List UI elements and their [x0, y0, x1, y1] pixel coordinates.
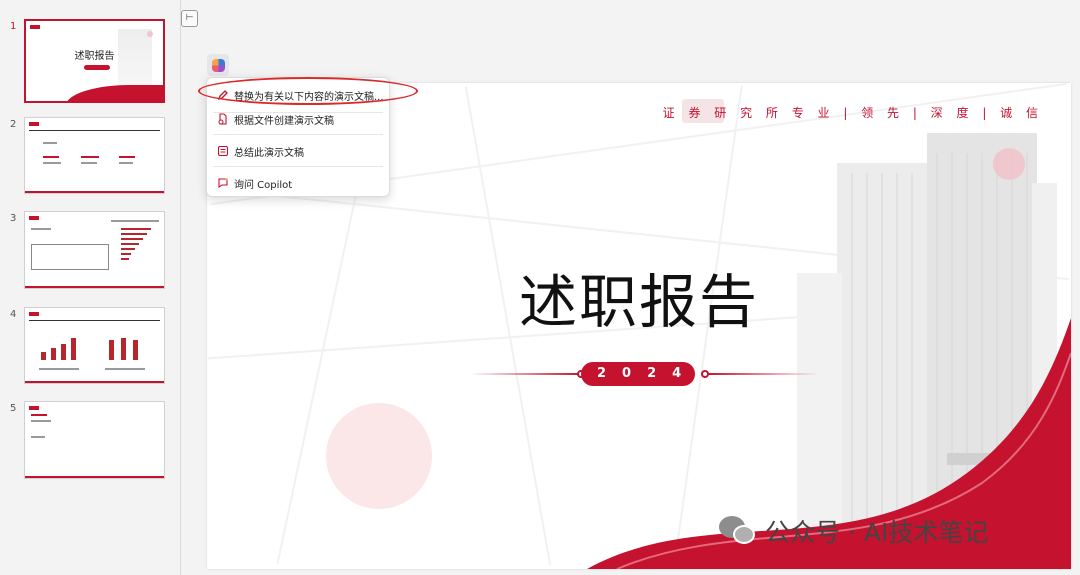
slide-tagline: 证 券 研 究 所 专 业 | 领 先 | 深 度 | 诚 信: [662, 106, 1043, 120]
copilot-button[interactable]: [207, 54, 229, 76]
menu-item-ask-copilot[interactable]: 询问 Copilot: [207, 168, 391, 198]
thumbnail-bottom-bar: [25, 191, 164, 193]
slide-number: 3: [10, 213, 17, 224]
thumbnail-bottom-bar: [25, 476, 164, 478]
thumbnail-chart-bar: [41, 352, 46, 360]
copilot-icon: [211, 58, 225, 72]
slide-thumbnail-1[interactable]: 述职报告: [24, 19, 165, 103]
thumbnail-row-1[interactable]: 1 述职报告: [0, 19, 181, 103]
decorative-circle: [326, 403, 432, 509]
thumbnail-row-4[interactable]: 4: [0, 307, 181, 387]
slide-thumbnail-4[interactable]: [24, 307, 165, 384]
thumbnail-chart-bar: [121, 253, 131, 255]
thumbnail-chart-bar: [121, 338, 126, 360]
thumbnail-chart-bar: [121, 248, 135, 250]
menu-separator: [213, 134, 383, 135]
thumbnail-divider: [29, 130, 160, 131]
thumbnail-chart-bar: [121, 238, 143, 240]
thumbnail-wave: [66, 85, 163, 101]
thumbnail-circle: [147, 31, 153, 37]
pencil-icon: [217, 89, 229, 101]
thumbnail-logo: [29, 216, 39, 220]
thumbnail-text-line: [119, 156, 135, 158]
slide-thumbnail-3[interactable]: [24, 211, 165, 289]
thumbnail-logo: [29, 122, 39, 126]
slide-number: 1: [10, 21, 17, 32]
menu-item-label: 根据文件创建演示文稿: [234, 115, 334, 127]
slide-thumbnail-5[interactable]: [24, 401, 165, 479]
thumbnail-bottom-bar: [25, 381, 164, 383]
menu-item-label: 询问 Copilot: [234, 179, 293, 191]
slide-thumbnail-2[interactable]: [24, 117, 165, 194]
thumbnail-text-line: [81, 162, 97, 164]
copilot-chat-icon: [217, 177, 229, 189]
thumbnail-chart-bar: [51, 348, 56, 360]
thumbnail-year-pill: [84, 65, 110, 70]
thumbnail-text-line: [31, 436, 45, 438]
thumbnail-text-line: [31, 228, 51, 230]
thumbnail-row-2[interactable]: 2: [0, 117, 181, 197]
menu-separator: [213, 166, 383, 167]
slide-number: 4: [10, 309, 17, 320]
thumbnail-chart-bar: [109, 340, 114, 360]
thumbnail-text-line: [81, 156, 99, 158]
thumbnail-row-3[interactable]: 3: [0, 211, 181, 291]
thumbnail-text-line: [31, 420, 51, 422]
slide-thumbnail-pane: 1 述职报告 2 3 4 5: [0, 0, 181, 575]
thumbnail-text-line: [105, 368, 145, 370]
decorative-circle: [993, 148, 1025, 180]
thumbnail-chart-bar: [121, 233, 147, 235]
thumbnail-table: [31, 244, 109, 270]
thumbnail-row-5[interactable]: 5: [0, 401, 181, 481]
thumbnail-chart-bar: [133, 340, 138, 360]
slide-number: 2: [10, 119, 17, 130]
thumbnail-title: 述职报告: [74, 51, 115, 62]
menu-item-label: 总结此演示文稿: [234, 147, 304, 159]
thumbnail-text-line: [31, 414, 47, 416]
menu-item-summarize[interactable]: 总结此演示文稿: [207, 136, 391, 166]
thumbnail-logo: [30, 25, 40, 29]
thumbnail-text-line: [39, 368, 79, 370]
thumbnail-text-line: [43, 156, 59, 158]
menu-item-create-from-file[interactable]: 根据文件创建演示文稿: [207, 104, 391, 134]
thumbnail-bottom-bar: [25, 286, 164, 288]
thumbnail-text-line: [119, 162, 133, 164]
thumbnail-logo: [29, 312, 39, 316]
wechat-icon: [719, 516, 757, 546]
thumbnail-chart-bar: [61, 344, 66, 360]
thumbnail-chart-bar: [121, 243, 139, 245]
copilot-menu: 替换为有关以下内容的演示文稿... 根据文件创建演示文稿 总结此演示文稿 询问 …: [206, 77, 390, 197]
menu-item-label: 替换为有关以下内容的演示文稿...: [234, 91, 384, 103]
thumbnail-chart-bar: [121, 258, 129, 260]
thumbnail-text-line: [43, 162, 61, 164]
thumbnail-text-line: [111, 220, 159, 222]
thumbnail-chart-bar: [71, 338, 76, 360]
slide-number: 5: [10, 403, 17, 414]
wechat-watermark: 公众号 · AI技术笔记: [719, 513, 988, 549]
watermark-text: 公众号 · AI技术笔记: [765, 518, 989, 547]
file-create-icon: [217, 113, 229, 125]
summary-icon: [217, 145, 229, 157]
thumbnail-chart-bar: [121, 228, 151, 230]
thumbnail-divider: [29, 320, 160, 321]
thumbnail-text-line: [43, 142, 57, 144]
year-divider-left: [469, 373, 581, 375]
collapse-pane-icon[interactable]: ⊢: [181, 10, 198, 27]
thumbnail-logo: [29, 406, 39, 410]
